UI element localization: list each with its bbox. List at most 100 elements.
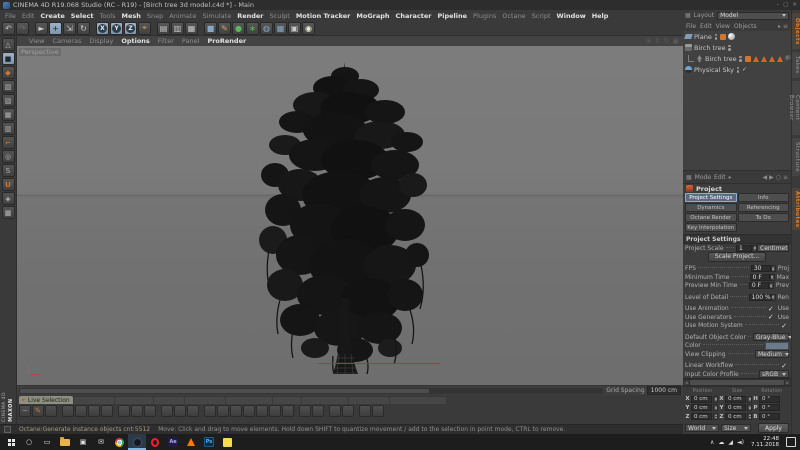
- apply-button[interactable]: Apply: [758, 423, 789, 433]
- viewport-menu-view[interactable]: View: [29, 37, 44, 45]
- tool-icon[interactable]: [299, 405, 311, 417]
- photoshop-button[interactable]: Ps: [200, 434, 218, 450]
- level-of-detail-field[interactable]: 100 %: [749, 294, 771, 301]
- octane-tag-icon[interactable]: [753, 56, 759, 62]
- forward-arrow-icon[interactable]: ▶: [769, 174, 774, 181]
- visibility-dots[interactable]: [714, 34, 718, 40]
- size-x-field[interactable]: 0 cm: [725, 396, 746, 403]
- status-checkbox-icon[interactable]: [4, 426, 11, 433]
- tool-tab[interactable]: [390, 397, 446, 404]
- tab-takes[interactable]: Takes: [792, 52, 800, 78]
- store-button[interactable]: ▣: [74, 434, 92, 450]
- tool-icon[interactable]: [312, 405, 324, 417]
- start-button[interactable]: [2, 434, 20, 450]
- convert-object-icon[interactable]: △: [2, 38, 15, 51]
- mail-button[interactable]: ✉: [92, 434, 110, 450]
- tool-tab[interactable]: [74, 397, 114, 404]
- menu-character[interactable]: Character: [396, 12, 432, 20]
- edges-mode-icon[interactable]: ▦: [2, 108, 15, 121]
- tool-icon[interactable]: [329, 405, 341, 417]
- input-color-profile-select[interactable]: sRGB: [759, 370, 789, 378]
- menu-help[interactable]: Help: [592, 12, 609, 20]
- tool-tab[interactable]: [349, 397, 389, 404]
- magnet-snap-icon[interactable]: U: [2, 178, 15, 191]
- redo-icon[interactable]: ↷: [16, 22, 29, 35]
- fps-stepper[interactable]: [771, 265, 776, 272]
- scale-tool-icon[interactable]: ⇲: [63, 22, 76, 35]
- menu-render[interactable]: Render: [237, 12, 263, 20]
- network-icon[interactable]: ◢: [728, 439, 733, 446]
- render-settings-icon[interactable]: ▥: [171, 22, 184, 35]
- tool-tab[interactable]: [154, 397, 184, 404]
- rotate-view-icon[interactable]: ↻: [664, 37, 670, 45]
- viewport-scrollbar[interactable]: [19, 388, 603, 394]
- undo-icon[interactable]: ↶: [2, 22, 15, 35]
- close-button[interactable]: ✕: [792, 2, 797, 8]
- tab-structure[interactable]: Structure: [792, 138, 800, 176]
- fps-field[interactable]: 30: [751, 265, 771, 272]
- tool-tab[interactable]: [115, 397, 153, 404]
- rotation-b-field[interactable]: 0 °: [759, 413, 780, 420]
- texture-tag-icon[interactable]: [745, 56, 751, 62]
- model-mode-icon[interactable]: ■: [2, 52, 15, 65]
- om-menu-view[interactable]: View: [716, 23, 730, 30]
- menu-octane[interactable]: Octane: [502, 12, 525, 20]
- om-menu-objects[interactable]: Objects: [734, 23, 757, 30]
- viewport-menu-prorender[interactable]: ProRender: [207, 37, 246, 45]
- maximize-button[interactable]: ▢: [783, 2, 788, 8]
- tab-dynamics[interactable]: Dynamics: [685, 203, 737, 212]
- menu-window[interactable]: Window: [557, 12, 586, 20]
- menu-select[interactable]: Select: [71, 12, 94, 20]
- tool-icon[interactable]: [131, 405, 143, 417]
- menu-script[interactable]: Script: [532, 12, 551, 20]
- tray-expand-icon[interactable]: ∧: [710, 439, 714, 446]
- mode-menu[interactable]: Mode: [695, 174, 711, 181]
- size-z-field[interactable]: 0 cm: [725, 413, 746, 420]
- file-explorer-button[interactable]: [56, 434, 74, 450]
- size-y-field[interactable]: 0 cm: [725, 404, 746, 411]
- om-menu-file[interactable]: File: [686, 23, 696, 30]
- axis-mode-icon[interactable]: ⌐: [2, 136, 15, 149]
- phong-tag-icon[interactable]: [720, 34, 726, 40]
- object-row-physical-sky[interactable]: Physical Sky ✓: [683, 64, 791, 75]
- tool-icon[interactable]: [118, 405, 130, 417]
- size-mode-select[interactable]: Size: [721, 424, 751, 432]
- back-arrow-icon[interactable]: ◀: [762, 174, 767, 181]
- birch-tree-silhouette[interactable]: [245, 60, 445, 376]
- tool-icon[interactable]: [282, 405, 294, 417]
- task-view-button[interactable]: ▭: [38, 434, 56, 450]
- grid-snap-icon[interactable]: ▩: [2, 206, 15, 219]
- object-row-plane[interactable]: Plane: [683, 31, 791, 42]
- pan-view-icon[interactable]: ⊕: [646, 37, 652, 45]
- spline-pen-icon[interactable]: ✎: [218, 22, 231, 35]
- mograph-icon[interactable]: ∗: [246, 22, 259, 35]
- snap-settings-icon[interactable]: S: [2, 164, 15, 177]
- camera-label[interactable]: Perspective: [19, 48, 61, 56]
- viewport-menu-cameras[interactable]: Cameras: [52, 37, 81, 45]
- color-swatch[interactable]: [765, 342, 789, 350]
- layout-select[interactable]: Model: [717, 12, 789, 20]
- om-options-icon[interactable]: ≡: [783, 23, 788, 30]
- octane-tag-icon[interactable]: [761, 56, 767, 62]
- tab-to-do[interactable]: To Do: [738, 213, 790, 222]
- menu-mograph[interactable]: MoGraph: [356, 12, 389, 20]
- view-clipping-select[interactable]: Medium: [755, 350, 789, 358]
- after-effects-button[interactable]: Ae: [164, 434, 182, 450]
- viewport-menu-filter[interactable]: Filter: [158, 37, 174, 45]
- x-axis-button[interactable]: X: [96, 22, 109, 35]
- tool-icon[interactable]: [217, 405, 229, 417]
- live-selection-icon[interactable]: ►: [35, 22, 48, 35]
- tab-info[interactable]: Info: [738, 193, 790, 202]
- octane-tag-icon[interactable]: [777, 56, 783, 62]
- object-row-birch-tree[interactable]: Birch tree: [683, 42, 791, 53]
- opera-button[interactable]: [146, 434, 164, 450]
- linear-workflow-checkbox[interactable]: ✓: [781, 362, 787, 370]
- tool-icon[interactable]: [269, 405, 281, 417]
- taskbar-clock[interactable]: 22:48 7.11.2018: [751, 436, 779, 449]
- search-button[interactable]: ○: [20, 434, 38, 450]
- options-icon[interactable]: ≡: [783, 174, 788, 181]
- minimize-button[interactable]: –: [776, 2, 779, 8]
- chrome-button[interactable]: [110, 434, 128, 450]
- edit-menu[interactable]: Edit: [714, 174, 726, 181]
- rotation-h-field[interactable]: 0 °: [759, 396, 780, 403]
